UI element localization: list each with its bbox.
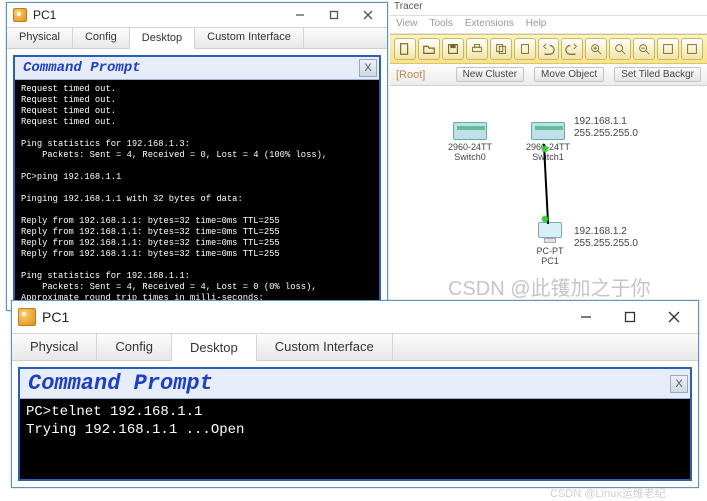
device-model: 2960-24TT	[518, 142, 578, 152]
titlebar[interactable]: PC1	[7, 3, 387, 27]
maximize-button[interactable]	[608, 303, 652, 331]
device-label: Switch0	[440, 152, 500, 162]
tracer-menubar[interactable]: View Tools Extensions Help	[390, 16, 707, 34]
app-body: Command Prompt X PC>telnet 192.168.1.1 T…	[12, 361, 698, 487]
switch-icon	[453, 122, 487, 140]
minimize-button[interactable]	[283, 5, 317, 25]
tab-physical[interactable]: Physical	[12, 334, 97, 360]
tool-redo-icon[interactable]	[561, 38, 583, 60]
set-tiled-bg-button[interactable]: Set Tiled Backgr	[614, 67, 701, 82]
link-led-icon	[542, 216, 548, 222]
device-model: PC-PT	[525, 246, 575, 256]
maximize-button[interactable]	[317, 5, 351, 25]
pc-icon	[538, 222, 562, 244]
device-switch0[interactable]: 2960-24TT Switch0	[440, 122, 500, 162]
watermark: CSDN @此镬加之于你	[448, 272, 651, 301]
tab-config[interactable]: Config	[73, 28, 130, 48]
tab-custom-interface[interactable]: Custom Interface	[257, 334, 393, 360]
device-model: 2960-24TT	[440, 142, 500, 152]
tool-zoom-out-icon[interactable]	[633, 38, 655, 60]
tool-print-icon[interactable]	[466, 38, 488, 60]
window-title: PC1	[42, 309, 69, 325]
command-prompt-close-button[interactable]: X	[670, 375, 688, 393]
app-icon	[18, 308, 36, 326]
pc1-window-large: PC1 Physical Config Desktop Custom Inter…	[11, 300, 699, 488]
tab-physical[interactable]: Physical	[7, 28, 73, 48]
tracer-window: Tracer View Tools Extensions Help [Root]…	[390, 0, 707, 290]
switch-icon	[531, 122, 565, 140]
menu-extensions[interactable]: Extensions	[465, 18, 514, 31]
terminal[interactable]: PC>telnet 192.168.1.1 Trying 192.168.1.1…	[20, 399, 690, 479]
menu-tools[interactable]: Tools	[430, 18, 453, 31]
new-cluster-button[interactable]: New Cluster	[456, 67, 524, 82]
minimize-button[interactable]	[564, 303, 608, 331]
command-prompt-title: Command Prompt	[20, 369, 221, 398]
app-icon	[13, 8, 27, 22]
tool-undo-icon[interactable]	[538, 38, 560, 60]
tool-new-icon[interactable]	[394, 38, 416, 60]
tool-zoom-in-icon[interactable]	[585, 38, 607, 60]
window-title: PC1	[33, 8, 56, 22]
tracer-toolbar	[390, 34, 707, 64]
pc1-window-small: PC1 Physical Config Desktop Custom Inter…	[6, 2, 388, 311]
command-prompt-close-button[interactable]: X	[359, 59, 377, 77]
app-body: Command Prompt X Request timed out. Requ…	[7, 49, 387, 310]
menu-view[interactable]: View	[396, 18, 418, 31]
tracer-title: Tracer	[390, 0, 707, 16]
tab-bar: Physical Config Desktop Custom Interface	[7, 27, 387, 49]
tab-custom-interface[interactable]: Custom Interface	[195, 28, 304, 48]
tool-paste-icon[interactable]	[514, 38, 536, 60]
command-prompt-frame: Command Prompt X Request timed out. Requ…	[13, 55, 381, 304]
tool-open-icon[interactable]	[418, 38, 440, 60]
tab-config[interactable]: Config	[97, 334, 172, 360]
ip-label-pc1: 192.168.1.2 255.255.255.0	[574, 226, 638, 250]
device-label: PC1	[525, 256, 575, 266]
titlebar[interactable]: PC1	[12, 301, 698, 333]
tab-desktop[interactable]: Desktop	[130, 29, 195, 49]
close-button[interactable]	[652, 303, 696, 331]
move-object-button[interactable]: Move Object	[534, 67, 604, 82]
tool-save-icon[interactable]	[442, 38, 464, 60]
device-switch1[interactable]: 2960-24TT Switch1	[518, 122, 578, 162]
ip-label-switch1: 192.168.1.1 255.255.255.0	[574, 116, 638, 140]
device-label: Switch1	[518, 152, 578, 162]
tool-custom-icon[interactable]	[681, 38, 703, 60]
command-prompt-frame: Command Prompt X PC>telnet 192.168.1.1 T…	[18, 367, 692, 481]
menu-help[interactable]: Help	[526, 18, 547, 31]
device-pc1[interactable]: PC-PT PC1	[525, 222, 575, 266]
tracer-subbar: [Root] New Cluster Move Object Set Tiled…	[390, 64, 707, 86]
command-prompt-title: Command Prompt	[15, 58, 149, 78]
tab-desktop[interactable]: Desktop	[172, 335, 257, 361]
tab-bar: Physical Config Desktop Custom Interface	[12, 333, 698, 361]
root-label[interactable]: [Root]	[396, 69, 425, 81]
close-button[interactable]	[351, 5, 385, 25]
tool-copy-icon[interactable]	[490, 38, 512, 60]
tool-palette-icon[interactable]	[657, 38, 679, 60]
terminal[interactable]: Request timed out. Request timed out. Re…	[15, 80, 379, 302]
link-led-icon	[542, 146, 548, 152]
watermark: CSDN @Linux运维老纪	[550, 485, 666, 501]
tool-zoom-reset-icon[interactable]	[609, 38, 631, 60]
topology-canvas[interactable]: 2960-24TT Switch0 2960-24TT Switch1 192.…	[390, 86, 707, 286]
